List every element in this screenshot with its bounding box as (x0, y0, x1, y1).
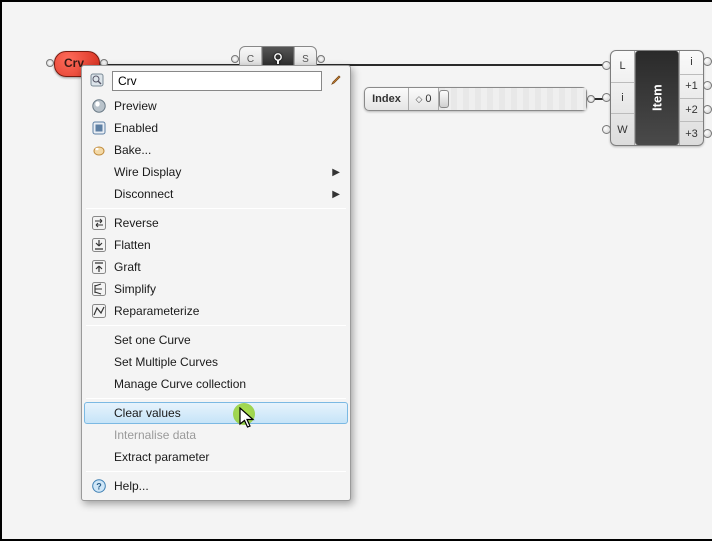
index-slider-label: Index (365, 88, 409, 110)
output-port-+1[interactable]: +1 (680, 75, 703, 99)
submenu-arrow-icon: ▶ (332, 167, 340, 178)
eyedropper-icon[interactable] (326, 72, 344, 90)
menu-label: Set one Curve (114, 333, 340, 347)
menu-item-graft[interactable]: Graft (84, 256, 348, 278)
search-icon (89, 72, 105, 88)
menu-item-flatten[interactable]: Flatten (84, 234, 348, 256)
menu-label: Simplify (114, 282, 340, 296)
menu-label: Manage Curve collection (114, 377, 340, 391)
list-item-inputs: L i W (611, 51, 635, 145)
menu-label: Flatten (114, 238, 340, 252)
menu-item-wire-display[interactable]: Wire Display ▶ (84, 161, 348, 183)
index-slider-thumb[interactable] (439, 90, 449, 108)
input-port-W[interactable]: W (611, 114, 634, 145)
menu-label: Reparameterize (114, 304, 340, 318)
grasshopper-canvas[interactable]: Crv C S Index 0 L i W Item i +1 +2 (2, 2, 712, 539)
index-slider-value[interactable]: 0 (409, 88, 439, 110)
menu-item-help[interactable]: ? Help... (84, 475, 348, 497)
output-port-+2[interactable]: +2 (680, 99, 703, 123)
svg-text:?: ? (96, 482, 102, 492)
output-port-i[interactable]: i (680, 51, 703, 75)
submenu-arrow-icon: ▶ (332, 189, 340, 200)
menu-item-disconnect[interactable]: Disconnect ▶ (84, 183, 348, 205)
menu-label: Help... (114, 479, 340, 493)
index-slider-node[interactable]: Index 0 (364, 87, 587, 111)
menu-item-manage-curve-collection[interactable]: Manage Curve collection (84, 373, 348, 395)
list-item-outputs: i +1 +2 +3 (679, 51, 703, 145)
reverse-icon (91, 215, 107, 231)
output-port-+3[interactable]: +3 (680, 122, 703, 145)
list-item-title: Item (635, 51, 679, 145)
menu-item-internalise-data: Internalise data (84, 424, 348, 446)
menu-item-enabled[interactable]: Enabled (84, 117, 348, 139)
menu-label: Extract parameter (114, 450, 340, 464)
wire (316, 64, 612, 66)
menu-label: Wire Display (114, 165, 326, 179)
input-port-i[interactable]: i (611, 83, 634, 115)
menu-item-reparameterize[interactable]: Reparameterize (84, 300, 348, 322)
menu-label: Set Multiple Curves (114, 355, 340, 369)
flatten-icon (91, 237, 107, 253)
menu-separator (86, 471, 346, 472)
menu-separator (86, 325, 346, 326)
menu-label: Preview (114, 99, 340, 113)
menu-item-reverse[interactable]: Reverse (84, 212, 348, 234)
menu-item-extract-parameter[interactable]: Extract parameter (84, 446, 348, 468)
menu-item-simplify[interactable]: Simplify (84, 278, 348, 300)
menu-separator (86, 208, 346, 209)
menu-label: Enabled (114, 121, 340, 135)
menu-separator (86, 398, 346, 399)
menu-item-set-one-curve[interactable]: Set one Curve (84, 329, 348, 351)
preview-icon (91, 98, 107, 114)
context-menu: Preview Enabled Bake... Wire Display ▶ D… (81, 65, 351, 501)
context-menu-search-input[interactable] (112, 71, 322, 91)
menu-label: Reverse (114, 216, 340, 230)
simplify-icon (91, 281, 107, 297)
reparam-icon (91, 303, 107, 319)
enabled-icon (91, 120, 107, 136)
graft-icon (91, 259, 107, 275)
menu-label: Disconnect (114, 187, 326, 201)
menu-item-set-multiple-curves[interactable]: Set Multiple Curves (84, 351, 348, 373)
bake-icon (91, 142, 107, 158)
menu-item-clear-values[interactable]: Clear values (84, 402, 348, 424)
menu-label: Internalise data (114, 428, 340, 442)
menu-item-preview[interactable]: Preview (84, 95, 348, 117)
list-item-node[interactable]: L i W Item i +1 +2 +3 (610, 50, 704, 146)
menu-label: Bake... (114, 143, 340, 157)
index-slider-track[interactable] (439, 88, 586, 110)
menu-item-bake[interactable]: Bake... (84, 139, 348, 161)
input-port-L[interactable]: L (611, 51, 634, 83)
help-icon: ? (91, 478, 107, 494)
menu-label: Graft (114, 260, 340, 274)
menu-label: Clear values (114, 406, 340, 420)
